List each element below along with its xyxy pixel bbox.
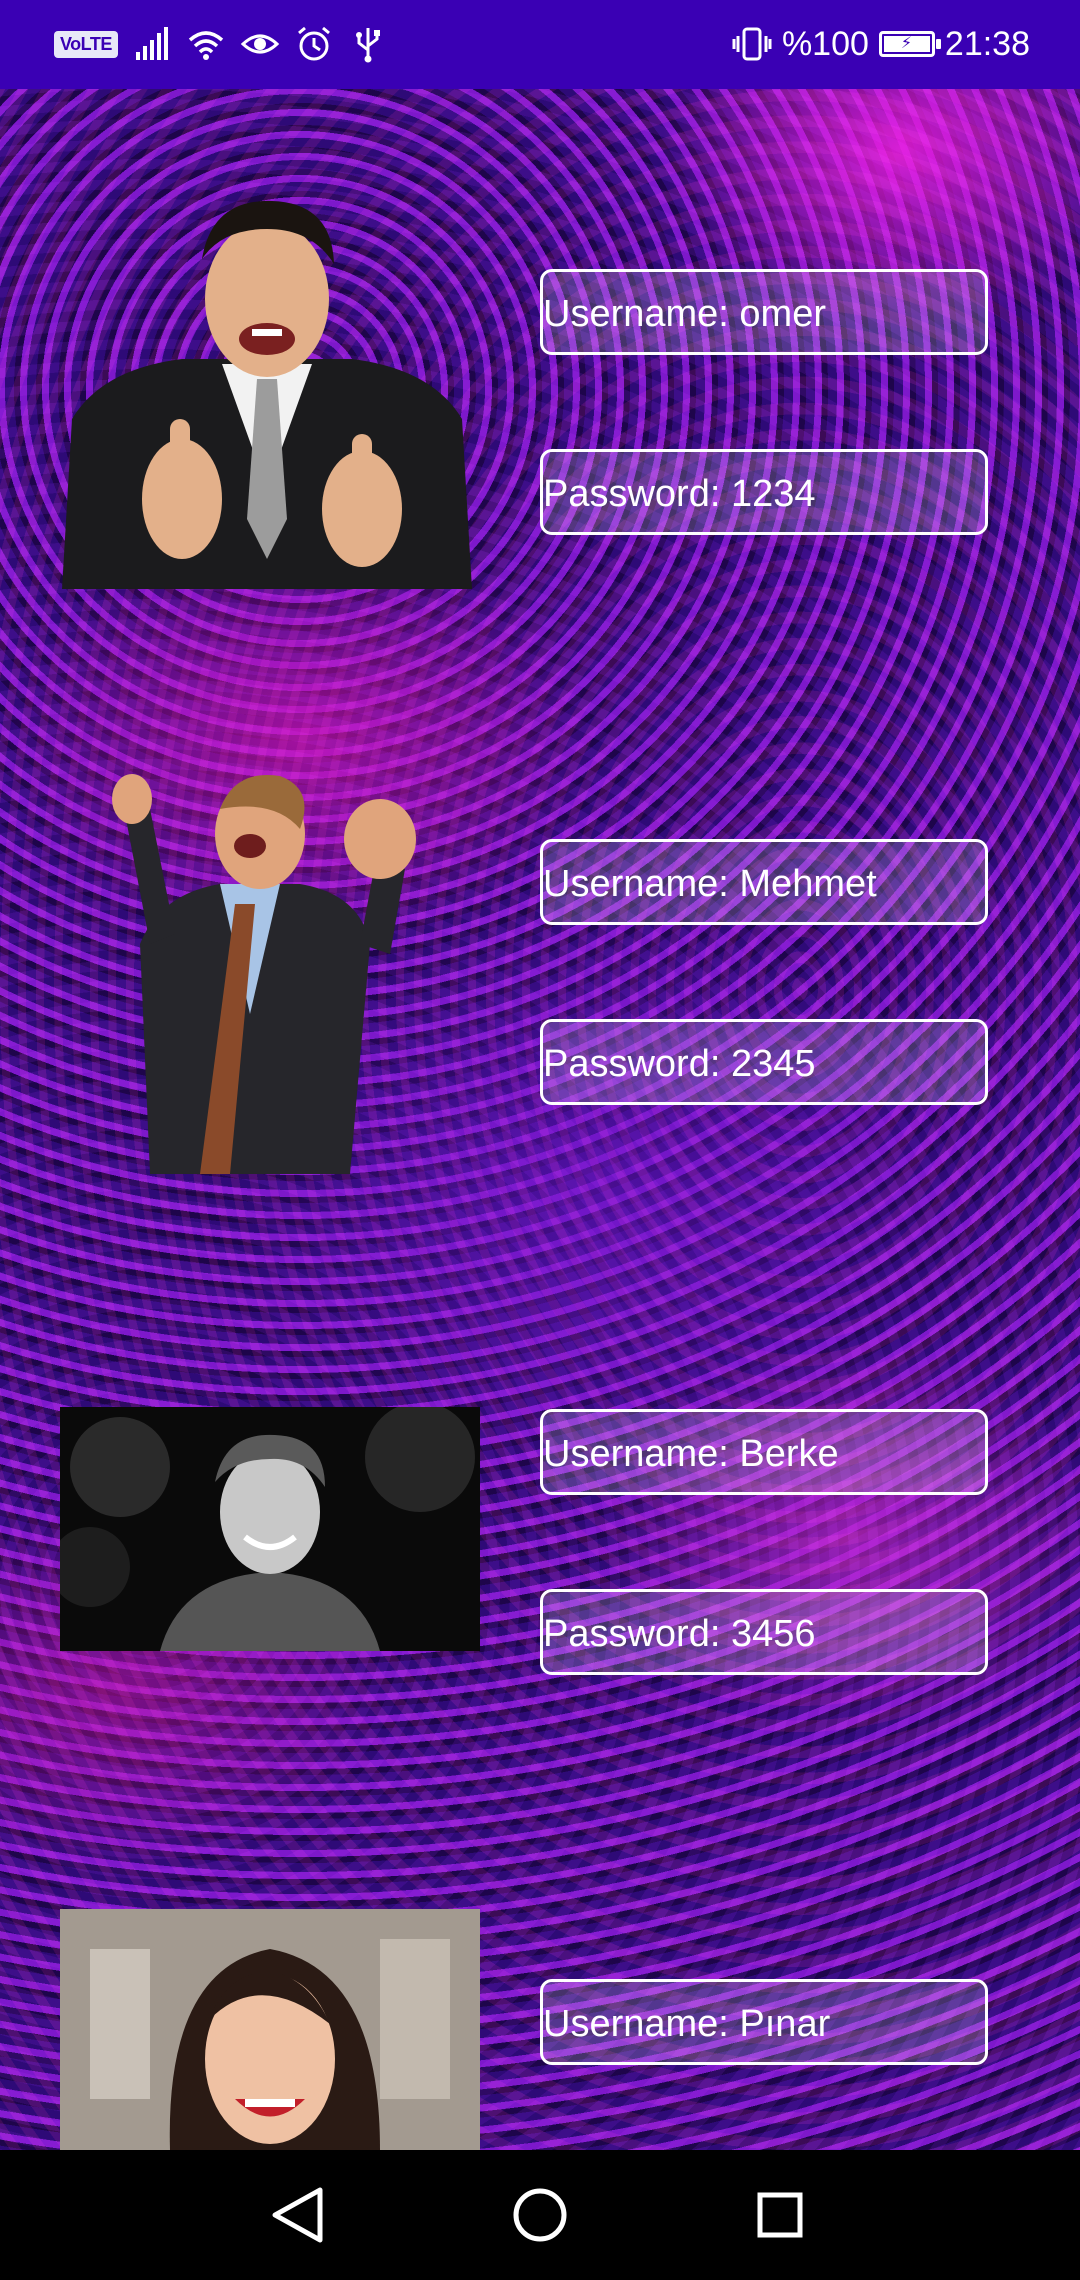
password-field-mehmet[interactable] xyxy=(540,1019,988,1105)
recents-icon[interactable] xyxy=(715,2150,845,2280)
home-icon[interactable] xyxy=(475,2150,605,2280)
alarm-icon xyxy=(297,26,330,61)
user-photo-mehmet xyxy=(110,754,440,1174)
username-field-pinar[interactable] xyxy=(540,1979,988,2065)
username-field-mehmet[interactable] xyxy=(540,839,988,925)
eye-icon xyxy=(240,34,280,54)
password-field-omer[interactable] xyxy=(540,449,988,535)
user-photo-omer xyxy=(62,189,472,589)
battery-charging-icon: ⚡ xyxy=(878,31,941,57)
navigation-bar xyxy=(0,2150,1080,2280)
password-field-berke[interactable] xyxy=(540,1589,988,1675)
back-icon[interactable] xyxy=(235,2150,365,2280)
username-field-berke[interactable] xyxy=(540,1409,988,1495)
volte-badge: VoLTE xyxy=(54,30,118,58)
usb-icon xyxy=(355,28,380,63)
user-photo-pinar xyxy=(60,1909,480,2150)
user-list-screen[interactable] xyxy=(0,89,1080,2150)
username-field-omer[interactable] xyxy=(540,269,988,355)
battery-percent: %100 xyxy=(781,24,869,63)
vibrate-icon xyxy=(732,27,772,61)
user-photo-berke xyxy=(60,1407,480,1651)
status-right-group: %100 ⚡ 21:38 xyxy=(732,22,1030,66)
clock: 21:38 xyxy=(944,24,1030,63)
wifi-icon xyxy=(188,31,223,60)
signal-icon xyxy=(135,27,168,60)
status-bar: VoLTE %100 ⚡ 21:38 xyxy=(0,0,1080,89)
status-left-group: VoLTE xyxy=(54,24,388,64)
